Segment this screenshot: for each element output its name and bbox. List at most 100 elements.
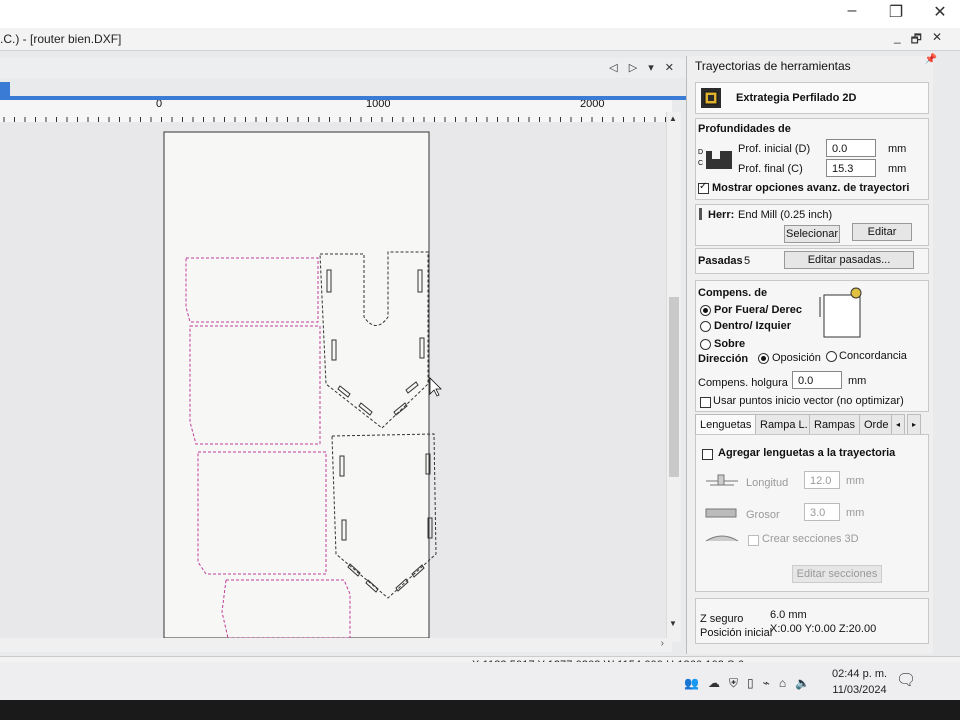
svg-text:D: D — [698, 149, 703, 156]
tab-rampa-l[interactable]: Rampa L. — [755, 414, 813, 435]
advanced-options-checkbox[interactable]: ✓ — [698, 181, 709, 194]
add-tabs-checkbox[interactable] — [702, 449, 713, 460]
document-tab-controls[interactable]: ◁ ▷ ▾ ✕ — [609, 61, 678, 74]
mdi-minimize-button[interactable]: _ — [894, 30, 901, 51]
volume-icon[interactable]: 🔈 — [795, 676, 810, 691]
window-controls: – ❐ ✕ — [840, 2, 952, 22]
tab-length-input[interactable]: 12.0 — [804, 471, 840, 489]
allowance-input[interactable]: 0.0 — [792, 371, 842, 389]
tab-length-unit: mm — [846, 475, 865, 487]
battery-icon[interactable]: ▯ — [747, 676, 754, 691]
clock[interactable]: 02:44 p. m. 11/03/2024 — [832, 666, 887, 698]
on-label: Sobre — [714, 338, 746, 350]
compensation-section: Compens. de Por Fuera/ Derec Dentro/ Izq… — [695, 280, 929, 412]
create-3d-checkbox[interactable] — [748, 535, 759, 546]
document-bar: ◁ ▷ ▾ ✕ — [0, 58, 686, 78]
title-bar: .C.) - [router bien.DXF] _ 🗗 ✕ — [0, 28, 960, 51]
start-depth-label: Prof. inicial (D) — [738, 143, 811, 155]
maximize-button[interactable]: ❐ — [884, 2, 908, 22]
tab-length-icon — [706, 474, 738, 486]
tab-orde[interactable]: Orde — [859, 414, 894, 435]
create-3d-label: Crear secciones 3D — [762, 533, 859, 545]
tab-thickness-icon — [705, 508, 737, 518]
final-depth-input[interactable]: 15.3 — [826, 159, 876, 177]
tool-section: Herr: End Mill (0.25 inch) Selecionar Ed… — [695, 204, 929, 246]
people-icon[interactable]: 👥 — [684, 676, 699, 691]
window-title: .C.) - [router bien.DXF] — [0, 32, 122, 46]
tab-length-label: Longitud — [746, 477, 789, 489]
tab-rampas[interactable]: Rampas — [809, 414, 860, 435]
tab-scroll-right-icon[interactable]: ▸ — [907, 414, 922, 435]
scroll-right-icon[interactable]: › — [661, 638, 664, 649]
pin-icon[interactable]: 📌 — [925, 54, 937, 65]
minimize-button[interactable]: – — [840, 2, 864, 22]
safe-z-label: Z seguro — [700, 613, 744, 625]
drawing-canvas[interactable] — [0, 122, 672, 639]
cloud-icon[interactable]: ☁ — [708, 676, 720, 691]
security-icon[interactable]: ⛨ — [729, 676, 738, 691]
horizontal-scrollbar[interactable]: › — [0, 638, 672, 652]
home-position-value: X:0.00 Y:0.00 Z:20.00 — [770, 623, 877, 635]
clock-time: 02:44 p. m. — [832, 668, 888, 680]
clock-date: 11/03/2024 — [832, 684, 887, 696]
scroll-thumb[interactable] — [669, 297, 679, 477]
mdi-restore-button[interactable]: 🗗 — [911, 30, 922, 51]
conventional-radio[interactable] — [758, 353, 769, 364]
vertical-scrollbar[interactable]: ▲ ▼ — [666, 112, 681, 642]
tab-scroll-left-icon[interactable]: ◂ — [891, 414, 906, 435]
edit-sections-button[interactable]: Editar secciones — [792, 565, 882, 583]
passes-label: Pasadas — [698, 255, 743, 267]
close-button[interactable]: ✕ — [928, 2, 952, 22]
usb-icon[interactable]: ⌁ — [763, 676, 770, 691]
passes-section: Pasadas 5 Editar pasadas... — [695, 248, 929, 274]
svg-text:C: C — [698, 160, 703, 167]
mdi-close-button[interactable]: ✕ — [932, 30, 942, 51]
tab-thickness-label: Grosor — [746, 509, 780, 521]
tab-thickness-input[interactable]: 3.0 — [804, 503, 840, 521]
notifications-icon[interactable]: 🗨 — [896, 670, 916, 690]
on-radio[interactable] — [700, 339, 711, 350]
mdi-controls: _ 🗗 ✕ — [894, 30, 942, 51]
depths-header: Profundidades de — [698, 123, 791, 135]
edit-tool-button[interactable]: Editar — [852, 223, 912, 241]
info-section: Z seguro 6.0 mm Posición inicial X:0.00 … — [695, 598, 929, 644]
direction-label: Dirección — [698, 353, 749, 365]
home-position-label: Posición inicial — [700, 627, 773, 639]
start-depth-input[interactable]: 0.0 — [826, 139, 876, 157]
outside-radio[interactable] — [700, 305, 711, 316]
inside-radio[interactable] — [700, 321, 711, 332]
mouse-cursor-icon — [429, 377, 442, 397]
drawing-svg — [163, 131, 442, 639]
advanced-options-label: Mostrar opciones avanz. de trayectori — [712, 182, 910, 194]
passes-count: 5 — [744, 255, 751, 267]
vector-start-checkbox[interactable] — [700, 397, 711, 408]
climb-radio[interactable] — [826, 351, 837, 362]
material-sheet — [163, 131, 430, 639]
add-tabs-label: Agregar lenguetas a la trayectoria — [718, 447, 896, 459]
system-tray: 👥 ☁ ⛨ ▯ ⌁ ⌂ 🔈 — [684, 676, 810, 691]
strategy-header: Extrategia Perfilado 2D — [695, 82, 929, 114]
tab-3d-icon — [705, 535, 739, 542]
tool-name: End Mill (0.25 inch) — [738, 209, 833, 221]
safe-z-value: 6.0 mm — [770, 609, 807, 621]
horizontal-ruler: 0 1000 2000 — [0, 100, 672, 123]
end-mill-icon — [699, 208, 702, 220]
conventional-label: Oposición — [772, 352, 821, 364]
scroll-down-icon[interactable]: ▼ — [669, 619, 677, 628]
ruler-label-1000: 1000 — [366, 100, 391, 110]
ruler-label-0: 0 — [156, 100, 163, 110]
climb-label: Concordancia — [839, 350, 907, 362]
select-tool-button[interactable]: Selecionar — [784, 225, 840, 243]
depths-section: Profundidades de D C Prof. inicial (D) 0… — [695, 118, 929, 200]
edit-passes-button[interactable]: Editar pasadas... — [784, 251, 914, 269]
network-icon[interactable]: ⌂ — [779, 676, 786, 691]
outside-label: Por Fuera/ Derec — [714, 304, 803, 316]
tabs-options-section: Agregar lenguetas a la trayectoria Longi… — [695, 434, 929, 592]
tool-label: Herr: — [708, 209, 735, 221]
allowance-unit: mm — [848, 375, 867, 387]
allowance-label: Compens. holgura — [698, 377, 788, 389]
tab-lenguetas[interactable]: Lenguetas — [695, 414, 757, 435]
panel-title: Trayectorias de herramientas — [695, 59, 851, 73]
ruler-label-2000: 2000 — [580, 100, 605, 110]
scroll-up-icon[interactable]: ▲ — [669, 114, 677, 123]
